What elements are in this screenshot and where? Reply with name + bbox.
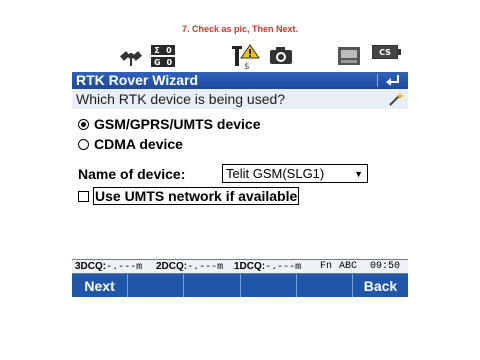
device-select-value: Telit GSM(SLG1) xyxy=(226,166,325,181)
softkey-2[interactable] xyxy=(128,274,185,297)
controller-device-icon[interactable] xyxy=(336,44,362,68)
softkey-4[interactable] xyxy=(241,274,297,297)
clock: 09:50 xyxy=(370,261,401,272)
wizard-prompt: Which RTK device is being used? xyxy=(76,91,286,107)
device-select[interactable]: Telit GSM(SLG1) ▼ xyxy=(222,164,368,183)
dcq3-readout: 3DCQ:-.---m xyxy=(75,260,142,274)
option-cdma-label: CDMA device xyxy=(94,136,183,152)
back-button[interactable]: Back xyxy=(353,274,408,297)
dcq1-value: -.---m xyxy=(265,262,302,273)
battery-tip xyxy=(398,49,401,55)
title-bar: RTK Rover Wizard xyxy=(72,72,408,89)
input-mode-indicator: ABC xyxy=(339,261,358,272)
umts-label: Use UMTS network if available xyxy=(93,187,300,205)
sigma-count: 0 xyxy=(166,45,172,55)
device-name-label: Name of device: xyxy=(78,166,186,182)
status-bar: Σ0 G0 $ CS xyxy=(72,41,408,72)
gps-count: 0 xyxy=(166,57,173,67)
gps-label: G xyxy=(153,57,161,67)
wizard-prompt-bar: Which RTK device is being used? xyxy=(72,89,408,109)
title-separator xyxy=(377,74,378,87)
fn-indicator: Fn xyxy=(320,261,333,272)
dcq1-readout: 1DCQ:-.---m xyxy=(234,260,301,274)
precision-bar: 3DCQ:-.---m 2DCQ:-.---m 1DCQ:-.---m Fn A… xyxy=(72,259,408,274)
dropdown-arrow-icon[interactable]: ▼ xyxy=(354,169,363,179)
option-cdma[interactable]: CDMA device xyxy=(78,136,183,152)
camera-icon[interactable] xyxy=(268,44,294,66)
dcq3-label: 3DCQ: xyxy=(75,261,107,272)
next-button[interactable]: Next xyxy=(72,274,129,297)
dcq3-value: -.---m xyxy=(106,262,143,273)
page-title: RTK Rover Wizard xyxy=(76,72,199,88)
satellite-counts[interactable]: Σ0 G0 xyxy=(151,45,177,69)
umts-option[interactable]: Use UMTS network if available xyxy=(78,187,300,205)
radio-unselected-icon[interactable] xyxy=(78,138,89,150)
dcq2-value: -.---m xyxy=(187,262,224,273)
dcq2-readout: 2DCQ:-.---m xyxy=(156,260,223,274)
softkey-3[interactable] xyxy=(184,274,241,297)
radio-selected-icon[interactable] xyxy=(78,118,89,130)
checkbox-icon[interactable] xyxy=(78,190,89,202)
battery-label: CS xyxy=(379,47,391,57)
battery-icon[interactable]: CS xyxy=(372,45,398,59)
magic-wand-icon xyxy=(389,92,404,106)
dcq1-label: 1DCQ: xyxy=(234,261,266,272)
sigma-label: Σ xyxy=(154,45,160,55)
return-icon[interactable] xyxy=(384,73,402,88)
svg-text:$: $ xyxy=(244,62,250,70)
satellite-icon[interactable] xyxy=(118,44,144,68)
option-gsm-label: GSM/GPRS/UMTS device xyxy=(94,116,261,132)
softkey-bar: Next Back xyxy=(72,274,408,297)
softkey-5[interactable] xyxy=(297,274,353,297)
instruction-text: 7. Check as pic, Then Next. xyxy=(181,24,299,34)
option-gsm[interactable]: GSM/GPRS/UMTS device xyxy=(78,116,260,132)
rover-antenna-warning-icon[interactable]: $ xyxy=(232,44,260,70)
controller-screen: Σ0 G0 $ CS RTK Rover Wizard Which RTK de… xyxy=(72,41,408,297)
dcq2-label: 2DCQ: xyxy=(156,261,188,272)
